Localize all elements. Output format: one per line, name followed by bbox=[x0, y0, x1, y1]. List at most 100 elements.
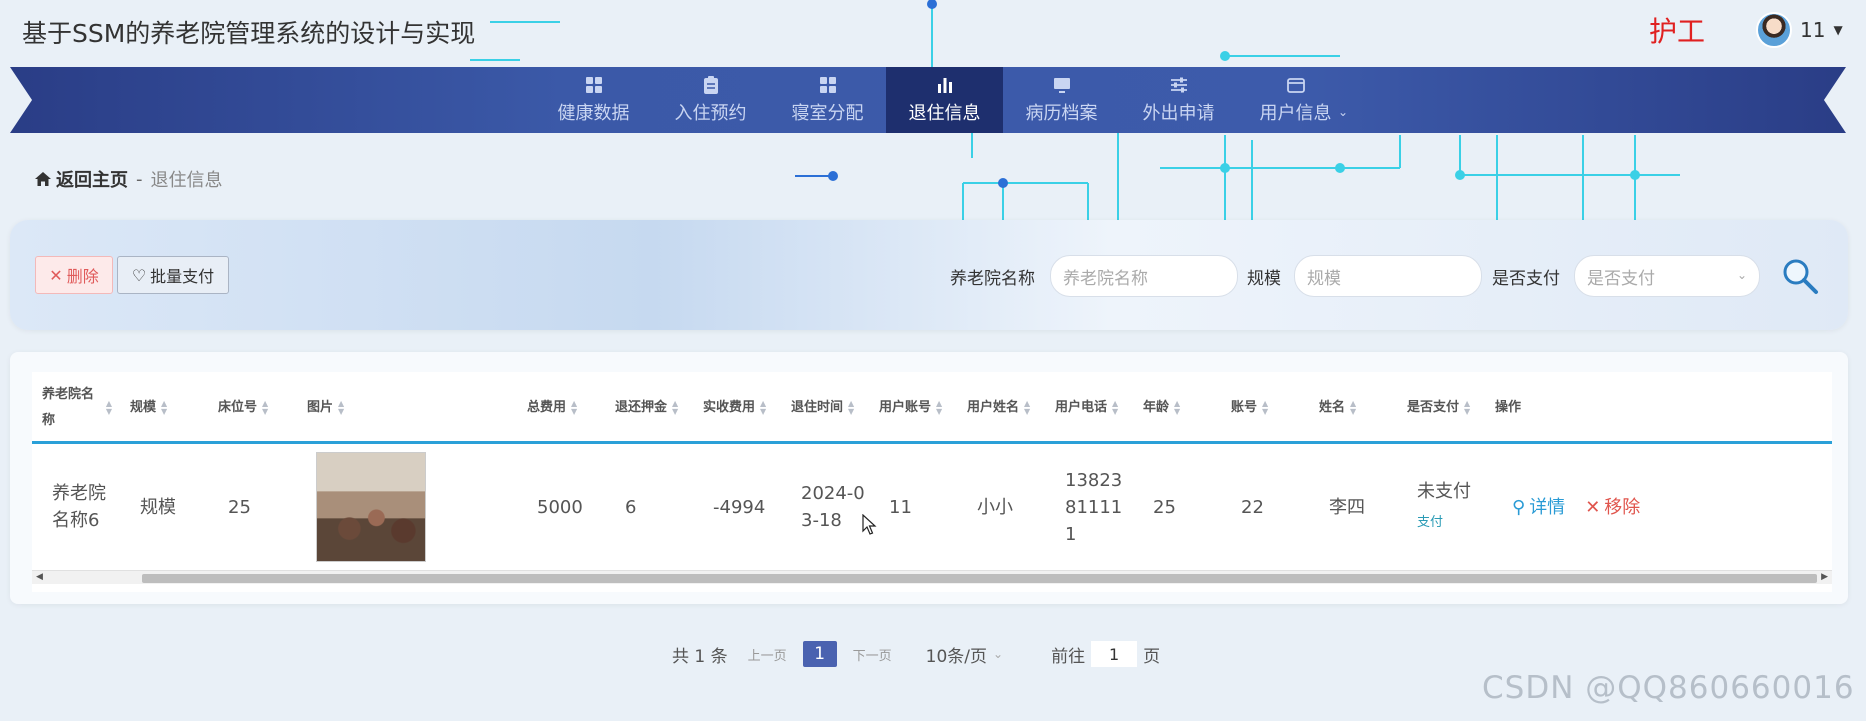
header-cell[interactable]: 图片 ▲ ▼ bbox=[307, 372, 344, 444]
delete-button-label: 删除 bbox=[66, 267, 99, 286]
sort-icon[interactable]: ▲ ▼ bbox=[1464, 400, 1470, 416]
breadcrumb-current: 退住信息 bbox=[150, 170, 223, 191]
breadcrumb-home-label: 返回主页 bbox=[56, 170, 128, 191]
header-cell[interactable]: 退还押金 ▲ ▼ bbox=[615, 372, 678, 444]
name-search-input[interactable]: 养老院名称 bbox=[1050, 255, 1238, 297]
sort-icon[interactable]: ▲ ▼ bbox=[760, 400, 766, 416]
sliders-icon bbox=[1170, 77, 1187, 93]
cell-username: 小小 bbox=[977, 496, 1013, 518]
user-menu[interactable]: 11 ▼ bbox=[1756, 12, 1843, 48]
sort-icon[interactable]: ▲ ▼ bbox=[1262, 400, 1268, 416]
sort-icon[interactable]: ▲ ▼ bbox=[1024, 400, 1030, 416]
pagination-total: 共 1 条 bbox=[672, 646, 728, 667]
sort-icon[interactable]: ▲ ▼ bbox=[848, 400, 854, 416]
header-cell[interactable]: 用户电话 ▲ ▼ bbox=[1055, 372, 1118, 444]
scroll-right-icon[interactable]: ▶ bbox=[1821, 572, 1828, 582]
mouse-cursor-icon bbox=[862, 514, 877, 535]
search-icon[interactable] bbox=[1780, 256, 1820, 296]
header-cell[interactable]: 年龄 ▲ ▼ bbox=[1143, 372, 1180, 444]
cell-name: 养老院名称6 bbox=[52, 483, 106, 531]
detail-button[interactable]: ⚲ 详情 bbox=[1512, 494, 1565, 521]
table-row[interactable]: 养老院名称6 规模 25 5000 6 -4994 2024-03-18 11 … bbox=[32, 447, 1832, 567]
resident-photo[interactable] bbox=[316, 452, 426, 562]
header-cell[interactable]: 账号 ▲ ▼ bbox=[1231, 372, 1268, 444]
sort-icon[interactable]: ▲ ▼ bbox=[672, 400, 678, 416]
next-page-button[interactable]: 下一页 bbox=[853, 645, 892, 664]
sort-icon[interactable]: ▲ ▼ bbox=[262, 400, 268, 416]
cell-date: 2024-03-18 bbox=[801, 483, 865, 531]
sort-icon[interactable]: ▲ ▼ bbox=[338, 400, 344, 416]
header-cell[interactable]: 规模 ▲ ▼ bbox=[130, 372, 167, 444]
goto-label: 前往 bbox=[1051, 646, 1086, 667]
paid-placeholder: 是否支付 bbox=[1587, 268, 1655, 289]
close-icon: ✕ bbox=[49, 265, 63, 285]
table-panel: 养老院名称 ▲ ▼ 规模 ▲ ▼ 床位号 ▲ ▼ 图片 ▲ ▼ 总费用 ▲ ▼ 退还押金 ▲ ▼ 实收费… bbox=[10, 352, 1848, 604]
table-header: 养老院名称 ▲ ▼ 规模 ▲ ▼ 床位号 ▲ ▼ 图片 ▲ ▼ 总费用 ▲ ▼ 退还押金 ▲ ▼ 实收费… bbox=[32, 372, 1832, 444]
header-cell[interactable]: 用户账号 ▲ ▼ bbox=[879, 372, 942, 444]
nav-item-health-data[interactable]: 健康数据 bbox=[535, 67, 652, 133]
sort-icon[interactable]: ▲ ▼ bbox=[1350, 400, 1356, 416]
page-number-current[interactable]: 1 bbox=[802, 641, 837, 667]
heart-icon: ♡ bbox=[131, 265, 147, 285]
scroll-left-icon[interactable]: ◀ bbox=[36, 572, 43, 582]
breadcrumb-home-link[interactable]: 返回主页 bbox=[34, 166, 128, 192]
chevron-down-icon: ⌄ bbox=[993, 647, 1004, 661]
sort-icon[interactable]: ▲ ▼ bbox=[106, 400, 112, 416]
bar-chart-icon bbox=[937, 78, 952, 93]
header-cell[interactable]: 姓名 ▲ ▼ bbox=[1319, 372, 1356, 444]
goto-page-input[interactable]: 1 bbox=[1091, 641, 1138, 667]
pay-link[interactable]: 支付 bbox=[1417, 509, 1443, 536]
batch-pay-label: 批量支付 bbox=[150, 267, 215, 286]
nav-item-checkin-booking[interactable]: 入住预约 bbox=[652, 67, 769, 133]
remove-label: 移除 bbox=[1604, 496, 1641, 518]
scale-field-label: 规模 bbox=[1247, 269, 1281, 289]
nav-label: 病历档案 bbox=[1025, 103, 1098, 124]
search-panel: ✕ 删除 ♡ 批量支付 养老院名称 养老院名称 规模 规模 是否支付 是否支付 … bbox=[10, 220, 1848, 330]
cell-total: 5000 bbox=[537, 496, 583, 518]
user-name: 11 bbox=[1800, 18, 1826, 42]
header-cell[interactable]: 总费用 ▲ ▼ bbox=[527, 372, 577, 444]
paid-select[interactable]: 是否支付 ⌄ bbox=[1574, 255, 1760, 297]
delete-button[interactable]: ✕ 删除 bbox=[35, 256, 113, 294]
remove-button[interactable]: ✕ 移除 bbox=[1585, 494, 1640, 521]
cell-photo bbox=[316, 447, 426, 567]
cell-actual: -4994 bbox=[713, 496, 766, 518]
pagination: 共 1 条 上一页 1 下一页 10条/页 ⌄ 前往 1 页 bbox=[672, 640, 1160, 668]
data-table: 养老院名称 ▲ ▼ 规模 ▲ ▼ 床位号 ▲ ▼ 图片 ▲ ▼ 总费用 ▲ ▼ 退还押金 ▲ ▼ 实收费… bbox=[32, 372, 1832, 592]
sort-icon[interactable]: ▲ ▼ bbox=[936, 400, 942, 416]
nav-item-outing-request[interactable]: 外出申请 bbox=[1120, 67, 1237, 133]
sort-icon[interactable]: ▲ ▼ bbox=[1112, 400, 1118, 416]
header-cell[interactable]: 退住时间 ▲ ▼ bbox=[791, 372, 854, 444]
cell-account: 11 bbox=[889, 496, 912, 518]
role-label: 护工 bbox=[1649, 15, 1706, 48]
cell-paid: 未支付 支付 bbox=[1417, 447, 1471, 567]
sort-icon[interactable]: ▲ ▼ bbox=[161, 400, 167, 416]
table-body: 养老院名称6 规模 25 5000 6 -4994 2024-03-18 11 … bbox=[32, 447, 1832, 567]
prev-page-button[interactable]: 上一页 bbox=[748, 645, 787, 664]
chevron-down-icon: ⌄ bbox=[1736, 268, 1747, 282]
batch-pay-button[interactable]: ♡ 批量支付 bbox=[117, 256, 229, 294]
scale-search-input[interactable]: 规模 bbox=[1294, 255, 1482, 297]
nav-label: 退住信息 bbox=[908, 103, 981, 124]
name-field-label: 养老院名称 bbox=[950, 269, 1035, 289]
page-size-select[interactable]: 10条/页 ⌄ bbox=[926, 642, 1003, 667]
nav-item-dorm-assign[interactable]: 寝室分配 bbox=[769, 67, 886, 133]
header-cell[interactable]: 床位号 ▲ ▼ bbox=[218, 372, 268, 444]
nav-item-user-info[interactable]: 用户信息 ⌄ bbox=[1237, 67, 1354, 133]
scrollbar-thumb[interactable] bbox=[142, 574, 1817, 583]
header-cell[interactable]: 用户姓名 ▲ ▼ bbox=[967, 372, 1030, 444]
user-avatar-icon[interactable] bbox=[1756, 12, 1792, 48]
watermark: CSDN @QQ860660016 bbox=[1482, 670, 1855, 706]
header-cell: 操作 bbox=[1495, 400, 1522, 415]
nav-item-medical-records[interactable]: 病历档案 bbox=[1003, 67, 1120, 133]
sort-icon[interactable]: ▲ ▼ bbox=[1174, 400, 1180, 416]
horizontal-scrollbar[interactable]: ◀ ▶ bbox=[32, 570, 1832, 584]
nav-item-checkout-info[interactable]: 退住信息 bbox=[886, 67, 1003, 133]
header-cell[interactable]: 实收费用 ▲ ▼ bbox=[703, 372, 766, 444]
header-cell[interactable]: 是否支付 ▲ ▼ bbox=[1407, 372, 1470, 444]
name-placeholder: 养老院名称 bbox=[1063, 268, 1148, 289]
header-cell[interactable]: 养老院名称 ▲ ▼ bbox=[42, 372, 112, 444]
sort-icon[interactable]: ▲ ▼ bbox=[571, 400, 577, 416]
caret-down-icon: ▼ bbox=[1833, 23, 1843, 37]
page-size-label: 10条/页 bbox=[925, 646, 988, 667]
